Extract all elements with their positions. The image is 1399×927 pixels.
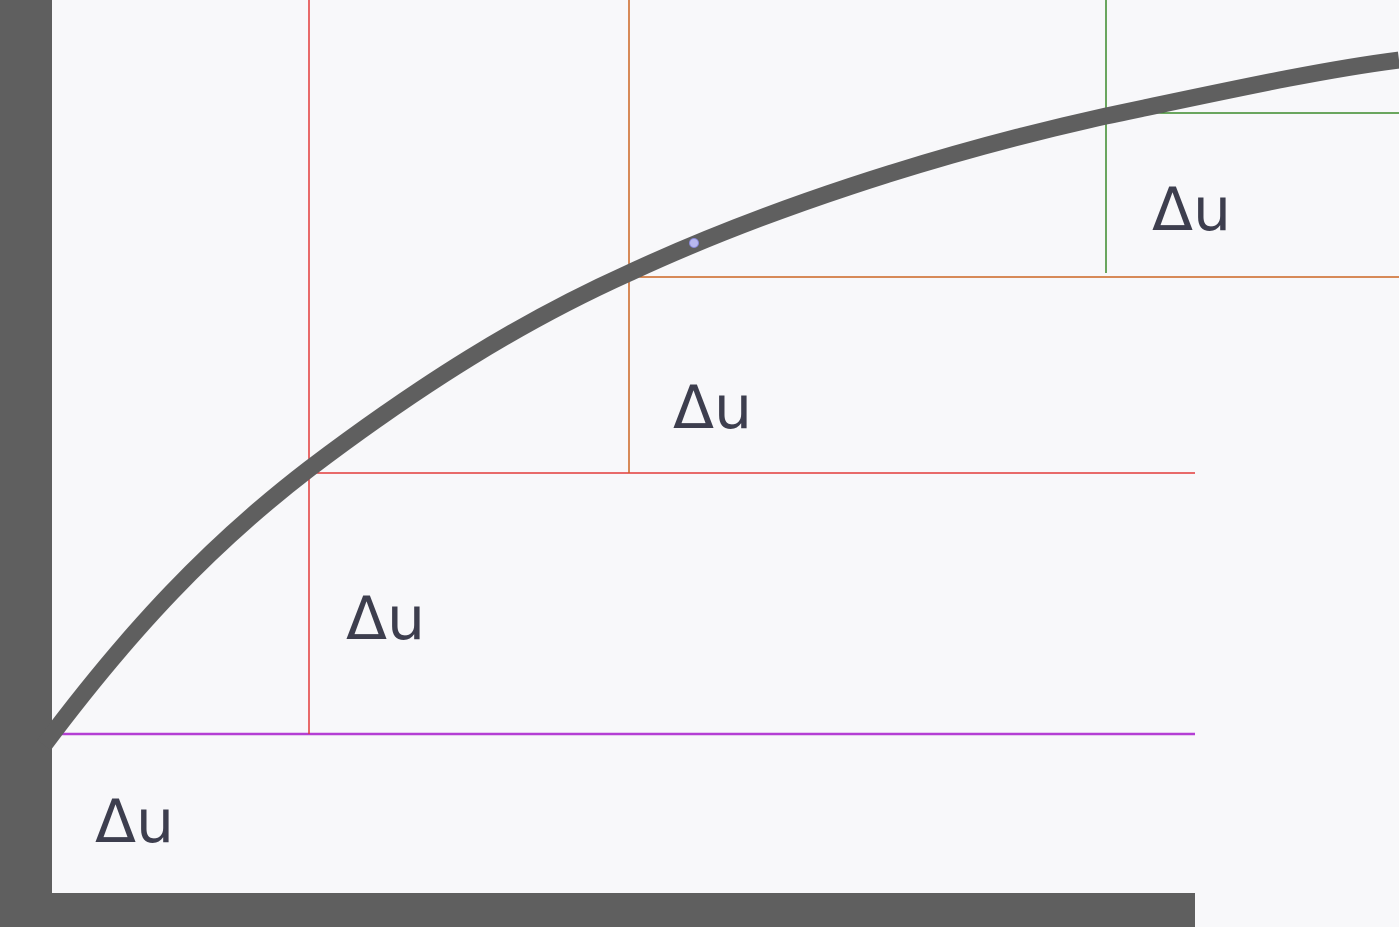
- y-axis: [0, 0, 52, 927]
- delta-u-label-step-3: Δu: [1152, 175, 1231, 245]
- delta-u-label-step-1: Δu: [346, 584, 425, 654]
- curve-handle[interactable]: [689, 238, 699, 248]
- x-axis: [0, 893, 1195, 927]
- diagram-canvas: Δu Δu Δu Δu: [0, 0, 1399, 927]
- diagram-svg: Δu Δu Δu Δu: [0, 0, 1399, 927]
- delta-u-label-base: Δu: [95, 787, 174, 857]
- delta-u-label-step-2: Δu: [673, 373, 752, 443]
